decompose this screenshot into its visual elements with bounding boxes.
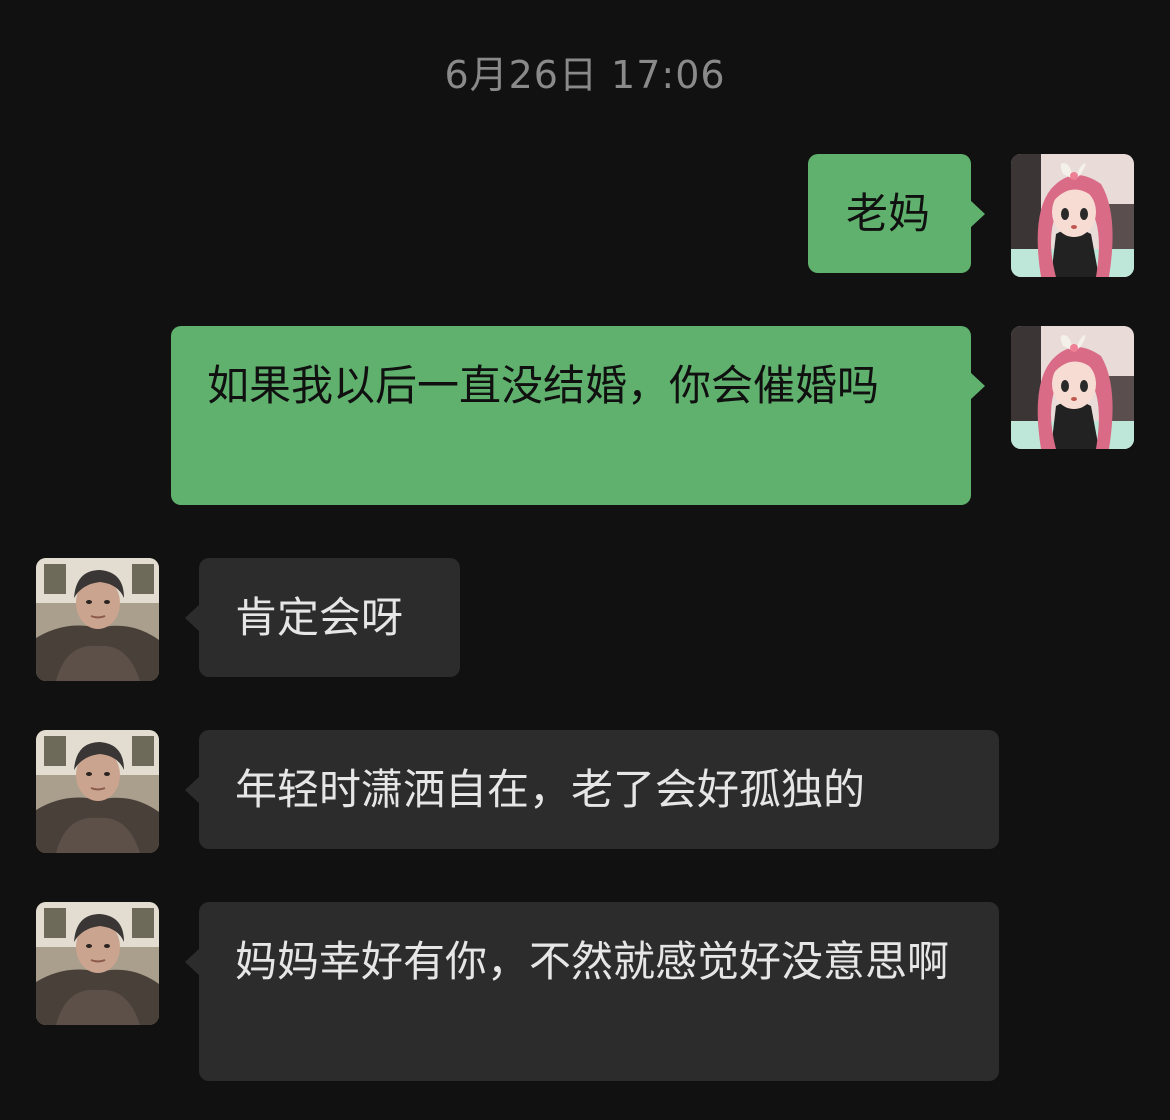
anime-girl-avatar-icon: [1011, 326, 1134, 449]
message-text: 年轻时潇洒自在，老了会好孤独的: [235, 765, 866, 814]
message-timestamp: 6月26日 17:06: [444, 53, 726, 97]
mom-avatar[interactable]: [36, 558, 159, 681]
message-bubble-incoming[interactable]: 肯定会呀: [185, 558, 460, 677]
mom-avatar[interactable]: [36, 902, 159, 1025]
message-text: 肯定会呀: [235, 593, 404, 642]
mom-photo-avatar-icon: [36, 902, 159, 1025]
message-bubble-incoming[interactable]: 妈妈幸好有你，不然就感觉好没意思啊: [185, 902, 999, 1081]
anime-girl-avatar-icon: [1011, 154, 1134, 277]
message-text: 如果我以后一直没结婚，你会催婚吗: [207, 361, 880, 410]
message-text: 老妈: [846, 189, 931, 238]
my-avatar[interactable]: [1011, 326, 1134, 449]
my-avatar[interactable]: [1011, 154, 1134, 277]
message-text: 妈妈幸好有你，不然就感觉好没意思啊: [235, 937, 950, 986]
message-bubble-outgoing[interactable]: 老妈: [808, 154, 985, 273]
message-bubble-incoming[interactable]: 年轻时潇洒自在，老了会好孤独的: [185, 730, 999, 849]
mom-photo-avatar-icon: [36, 730, 159, 853]
mom-avatar[interactable]: [36, 730, 159, 853]
mom-photo-avatar-icon: [36, 558, 159, 681]
message-bubble-outgoing[interactable]: 如果我以后一直没结婚，你会催婚吗: [171, 326, 985, 505]
